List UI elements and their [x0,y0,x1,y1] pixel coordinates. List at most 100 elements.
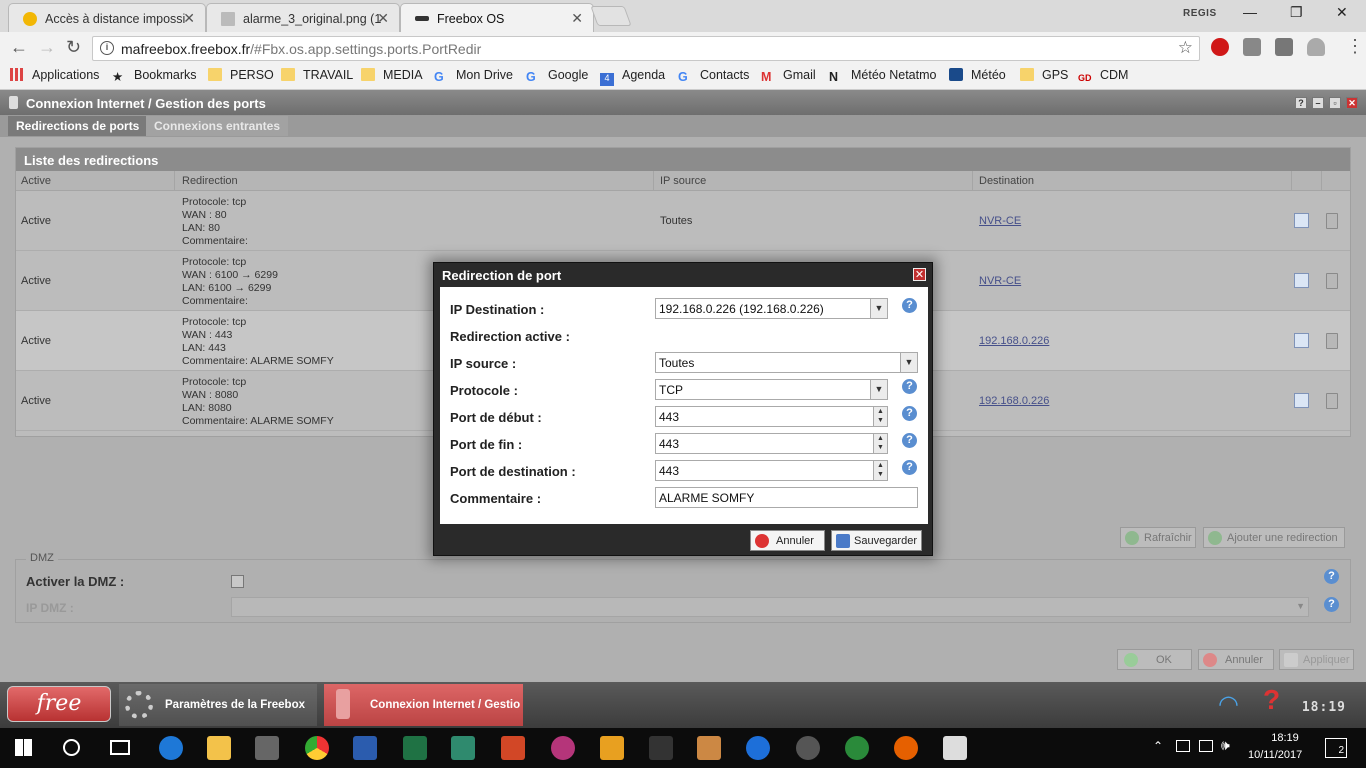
help-icon[interactable]: ? [1324,569,1339,584]
dialog-cancel-button[interactable]: Annuler [750,530,825,551]
publisher-icon[interactable] [451,736,475,760]
comment-input[interactable]: ALARME SOMFY [655,487,918,508]
bookmark-agenda[interactable]: 4 Agenda [600,68,665,86]
trash-icon[interactable] [1326,393,1338,409]
row-destination-link[interactable]: NVR-CE [979,275,1021,287]
edit-icon[interactable] [1294,273,1309,288]
minimize-icon[interactable]: – [1312,97,1324,109]
bookmark-mon-drive[interactable]: G Mon Drive [434,68,513,84]
browser-tab-image[interactable]: alarme_3_original.png (1 ✕ [206,3,400,32]
tab-connexions-entrantes[interactable]: Connexions entrantes [146,116,289,136]
bookmark-cdm[interactable]: GD CDM [1078,68,1128,86]
search-icon[interactable] [63,739,80,756]
info-icon[interactable]: i [100,41,114,55]
table-row[interactable]: Active Protocole: tcp WAN : 80 LAN: 80 Comm… [16,191,1350,251]
ip-destination-select[interactable]: 192.168.0.226 (192.168.0.226) ▼ [655,298,888,319]
teamviewer-icon[interactable] [746,736,770,760]
help-icon[interactable]: ? [902,433,917,448]
wifi-icon[interactable]: ◠ [1218,690,1239,719]
task-parametres[interactable]: Paramètres de la Freebox [119,684,317,726]
close-icon[interactable]: ✕ [913,268,926,281]
port-destination-stepper[interactable]: 443 ▲ ▼ [655,460,888,481]
cancel-button[interactable]: Annuler [1198,649,1274,670]
dmz-ip-select[interactable]: ▼ [231,597,1309,617]
maximize-icon[interactable]: ▫ [1329,97,1341,109]
column-header[interactable]: Active [21,175,51,187]
row-destination-link[interactable]: 192.168.0.226 [979,395,1049,407]
close-icon[interactable]: ✕ [377,10,389,27]
close-icon[interactable]: ✕ [571,10,583,27]
edge-icon[interactable] [159,736,183,760]
trash-icon[interactable] [1326,333,1338,349]
task-view-icon[interactable] [110,740,130,755]
close-icon[interactable]: ✕ [183,10,195,27]
bookmark-perso[interactable]: PERSO [208,68,274,82]
firefox-icon[interactable] [894,736,918,760]
profile-name[interactable]: REGIS [1183,8,1217,19]
bookmark-google[interactable]: G Google [526,68,588,84]
itunes-icon[interactable] [551,736,575,760]
globe-icon[interactable] [845,736,869,760]
close-window-icon[interactable]: ✕ [1336,4,1348,21]
help-icon[interactable]: ? [902,298,917,313]
network-icon[interactable] [1199,740,1213,752]
clock-time[interactable]: 18:19 [1260,732,1310,744]
ok-button[interactable]: OK [1117,649,1192,670]
spinner-arrows-icon[interactable]: ▲ ▼ [873,434,887,453]
bookmark-meteo[interactable]: Météo [949,68,1006,82]
bookmark-meteo-netatmo[interactable]: N Météo Netatmo [829,68,936,84]
volume-icon[interactable]: 🕪 [1221,737,1230,754]
apply-button[interactable]: Appliquer [1279,649,1354,670]
notifications-icon[interactable]: 2 [1325,738,1347,758]
spinner-arrows-icon[interactable]: ▲ ▼ [873,461,887,480]
help-icon[interactable]: ? [902,460,917,475]
spinner-arrows-icon[interactable]: ▲ ▼ [873,407,887,426]
back-icon[interactable]: ← [10,37,28,58]
forward-icon[interactable]: → [38,37,56,58]
battery-icon[interactable] [1176,740,1190,752]
clock-date[interactable]: 10/11/2017 [1248,749,1302,761]
bookmark-star-icon[interactable]: ☆ [1178,38,1193,58]
bookmark-applications[interactable]: Applications [10,68,99,82]
mail-icon[interactable] [943,736,967,760]
column-header[interactable]: Redirection [182,175,238,187]
edit-icon[interactable] [1294,333,1309,348]
trash-icon[interactable] [1326,273,1338,289]
column-header[interactable]: Destination [979,175,1034,187]
joystick-icon[interactable] [649,736,673,760]
protocol-select[interactable]: TCP ▼ [655,379,888,400]
bookmark-contacts[interactable]: G Contacts [678,68,749,84]
edit-icon[interactable] [1294,393,1309,408]
help-icon[interactable]: ? [902,406,917,421]
chevron-up-icon[interactable]: ⌃ [1153,739,1163,753]
task-connexion-internet[interactable]: Connexion Internet / Gestio [324,684,523,726]
refresh-button[interactable]: Rafraîchir [1120,527,1196,548]
trash-icon[interactable] [1326,213,1338,229]
word-icon[interactable] [353,736,377,760]
bookmark-bookmarks[interactable]: ★ Bookmarks [112,68,197,84]
bookmark-gmail[interactable]: M Gmail [761,68,816,84]
row-destination-link[interactable]: 192.168.0.226 [979,335,1049,347]
file-explorer-icon[interactable] [207,736,231,760]
address-bar[interactable]: i mafreebox.freebox.fr/#Fbx.os.app.setti… [92,36,1200,61]
windows-start-icon[interactable] [15,739,32,756]
browser-tab-freebox[interactable]: Freebox OS ✕ [400,3,594,32]
add-redirection-button[interactable]: Ajouter une redirection [1203,527,1345,548]
browser-tab-acces[interactable]: Accès à distance impossi ✕ [8,3,206,32]
help-icon[interactable]: ? [902,379,917,394]
store-icon[interactable] [255,736,279,760]
help-icon[interactable]: ? [1295,97,1307,109]
help-icon[interactable]: ? [1263,684,1280,716]
shield-icon[interactable] [1275,38,1293,56]
column-header[interactable]: IP source [660,175,706,187]
opera-icon[interactable] [1211,38,1229,56]
new-tab-button[interactable] [590,6,632,26]
k3-icon[interactable] [600,736,624,760]
dmz-enable-checkbox[interactable] [231,575,244,588]
bookmark-gps[interactable]: GPS [1020,68,1068,82]
tab-redirections[interactable]: Redirections de ports [8,116,148,136]
row-destination-link[interactable]: NVR-CE [979,215,1021,227]
gmail-checker-icon[interactable] [1243,38,1261,56]
media-icon[interactable] [697,736,721,760]
port-start-stepper[interactable]: 443 ▲ ▼ [655,406,888,427]
